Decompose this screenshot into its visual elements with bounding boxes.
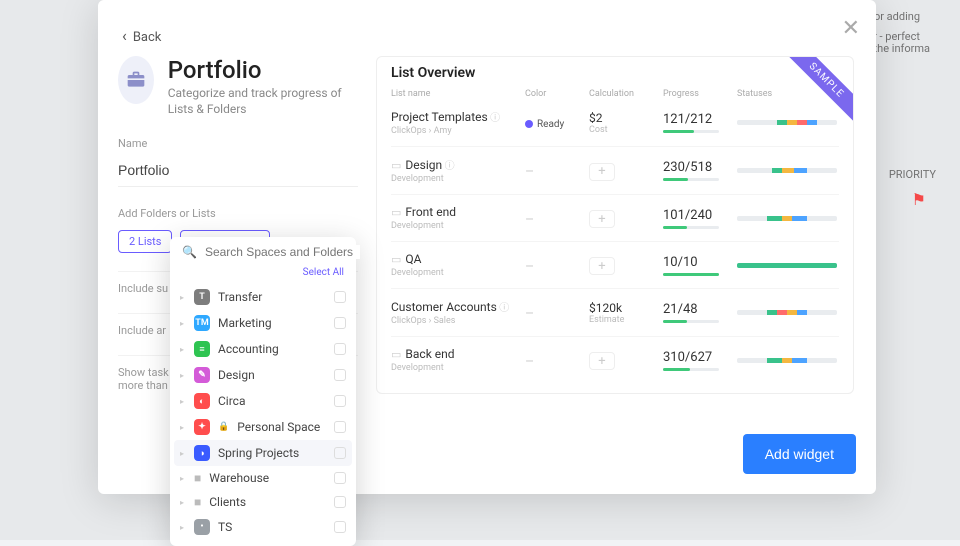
spaces-dropdown: 🔍 Select All ▸TTransfer▸TMMarketing▸≡Acc… — [170, 237, 356, 546]
space-item[interactable]: ▸✦🔒Personal Space — [170, 414, 356, 440]
chevron-right-icon: ▸ — [180, 474, 186, 483]
checkbox[interactable] — [334, 317, 346, 329]
chevron-right-icon: ▸ — [180, 498, 186, 507]
space-avatar: ◑ — [194, 445, 210, 461]
space-item[interactable]: ▸◐Circa — [170, 388, 356, 414]
card-title: List Overview — [391, 65, 839, 81]
chevron-right-icon: ▸ — [180, 423, 186, 432]
table-row[interactable]: Project Templates ⓘClickOps › AmyReady$2… — [391, 99, 839, 146]
checkbox[interactable] — [334, 447, 346, 459]
info-icon[interactable]: ⓘ — [488, 113, 500, 124]
folder-icon: ▭ — [391, 348, 401, 361]
table-row[interactable]: ▭QADevelopment–+10/10 — [391, 241, 839, 288]
space-item[interactable]: ▸■Warehouse — [170, 466, 356, 490]
add-widget-button[interactable]: Add widget — [743, 434, 856, 474]
space-avatar: • — [194, 519, 210, 535]
add-folders-label: Add Folders or Lists — [118, 207, 358, 220]
add-calc-button[interactable]: + — [589, 352, 615, 370]
back-button[interactable]: Back — [122, 26, 161, 45]
folder-icon: ▭ — [391, 206, 401, 219]
space-item[interactable]: ▸✎Design — [170, 362, 356, 388]
space-item[interactable]: ▸•TS — [170, 514, 356, 540]
table-row[interactable]: ▭Design ⓘDevelopment–+230/518 — [391, 146, 839, 194]
info-icon[interactable]: ⓘ — [442, 161, 454, 172]
chevron-right-icon: ▸ — [180, 397, 186, 406]
checkbox[interactable] — [334, 421, 346, 433]
lock-icon: 🔒 — [218, 422, 229, 432]
search-icon: 🔍 — [182, 245, 197, 259]
checkbox[interactable] — [334, 496, 346, 508]
folder-icon: ▭ — [391, 253, 401, 266]
chevron-right-icon: ▸ — [180, 293, 186, 302]
folder-icon: ■ — [194, 471, 201, 485]
name-input[interactable] — [118, 156, 358, 187]
checkbox[interactable] — [334, 343, 346, 355]
checkbox[interactable] — [334, 521, 346, 533]
chevron-right-icon: ▸ — [180, 523, 186, 532]
table-row[interactable]: ▭Back endDevelopment–+310/627 — [391, 336, 839, 383]
chevron-right-icon: ▸ — [180, 371, 186, 380]
select-all-link[interactable]: Select All — [170, 267, 356, 284]
add-calc-button[interactable]: + — [589, 210, 615, 228]
space-avatar: ◐ — [194, 393, 210, 409]
checkbox[interactable] — [334, 395, 346, 407]
table-header: List name Color Calculation Progress Sta… — [391, 89, 839, 99]
space-avatar: T — [194, 289, 210, 305]
folder-icon: ▭ — [391, 159, 401, 172]
widget-title: Portfolio — [168, 56, 358, 84]
lists-chip[interactable]: 2 Lists — [118, 230, 172, 253]
space-avatar: ≡ — [194, 341, 210, 357]
close-icon[interactable]: ✕ — [842, 16, 860, 41]
space-avatar: ✦ — [194, 419, 210, 435]
search-input[interactable] — [205, 245, 360, 259]
widget-subtitle: Categorize and track progress of Lists &… — [168, 86, 358, 117]
chevron-right-icon: ▸ — [180, 319, 186, 328]
list-overview-card: SAMPLE List Overview List name Color Cal… — [376, 56, 854, 394]
space-item[interactable]: ▸TTransfer — [170, 284, 356, 310]
name-label: Name — [118, 137, 358, 150]
space-item[interactable]: ▸■Clients — [170, 490, 356, 514]
space-item[interactable]: ▸◑Spring Projects — [174, 440, 352, 466]
table-row[interactable]: ▭Front endDevelopment–+101/240 — [391, 194, 839, 241]
table-row[interactable]: Customer Accounts ⓘClickOps › Sales–$120… — [391, 288, 839, 336]
chevron-right-icon: ▸ — [180, 449, 186, 458]
space-avatar: TM — [194, 315, 210, 331]
briefcase-icon — [118, 56, 154, 104]
chevron-right-icon: ▸ — [180, 345, 186, 354]
checkbox[interactable] — [334, 291, 346, 303]
checkbox[interactable] — [334, 369, 346, 381]
space-item[interactable]: ▸≡Accounting — [170, 336, 356, 362]
add-calc-button[interactable]: + — [589, 257, 615, 275]
space-item[interactable]: ▸TMMarketing — [170, 310, 356, 336]
folder-icon: ■ — [194, 495, 201, 509]
add-calc-button[interactable]: + — [589, 163, 615, 181]
checkbox[interactable] — [334, 472, 346, 484]
info-icon[interactable]: ⓘ — [497, 303, 509, 314]
space-avatar: ✎ — [194, 367, 210, 383]
